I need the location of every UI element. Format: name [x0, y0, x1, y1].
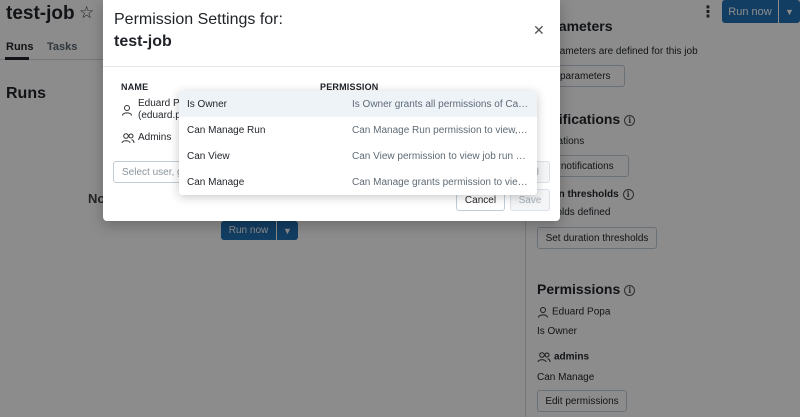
modal-title: Permission Settings for:: [114, 11, 283, 28]
dropdown-option-can-view[interactable]: Can View Can View permission to view job…: [179, 143, 537, 169]
option-description: Can Manage grants permission to view...: [352, 177, 529, 188]
group-name: Admins: [138, 132, 172, 143]
option-name: Can Manage Run: [187, 125, 266, 136]
dropdown-option-is-owner[interactable]: Is Owner Is Owner grants all permissions…: [179, 91, 537, 117]
option-description: Can Manage Run permission to view, tr...: [352, 125, 529, 136]
user-icon: [121, 104, 133, 116]
dropdown-option-can-manage[interactable]: Can Manage Can Manage grants permission …: [179, 169, 537, 195]
group-icon: [121, 132, 135, 144]
option-name: Is Owner: [187, 99, 228, 110]
user-email: (eduard.p: [138, 110, 181, 121]
column-header-name: NAME: [121, 82, 149, 92]
option-name: Can View: [187, 151, 230, 162]
permission-dropdown: Is Owner Is Owner grants all permissions…: [179, 91, 537, 195]
option-description: Can View permission to view job run re..…: [352, 151, 529, 162]
option-description: Is Owner grants all permissions of Can..…: [352, 99, 529, 110]
close-icon[interactable]: ✕: [533, 22, 545, 39]
option-name: Can Manage: [187, 177, 245, 188]
modal-divider: [103, 66, 560, 67]
dropdown-option-can-manage-run[interactable]: Can Manage Run Can Manage Run permission…: [179, 117, 537, 143]
modal-subtitle: test-job: [114, 33, 172, 50]
